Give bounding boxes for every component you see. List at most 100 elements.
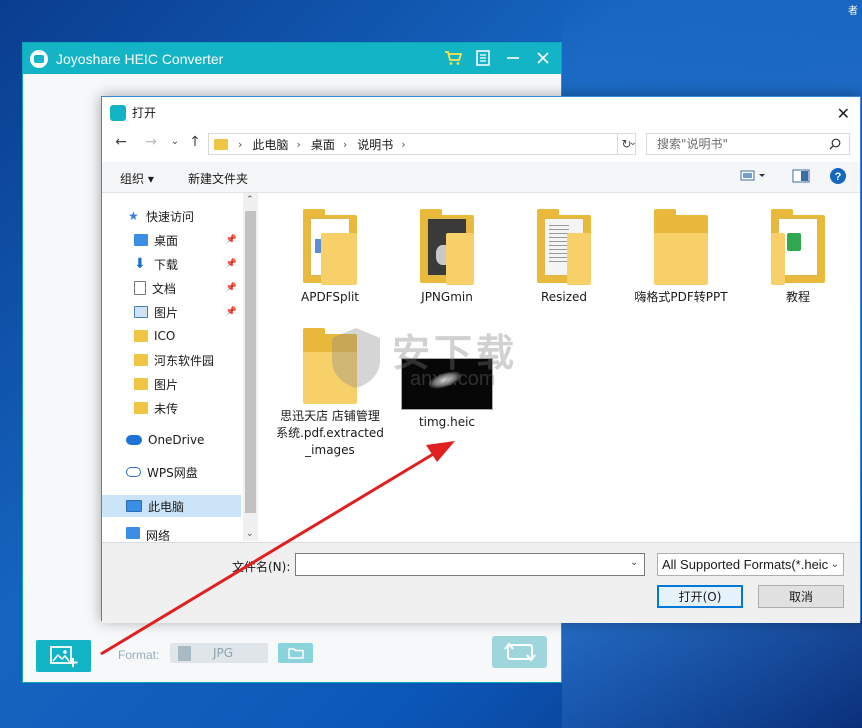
nav-quick-access[interactable]: ★ 快速访问 <box>102 205 241 227</box>
address-bar[interactable]: › 此电脑 › 桌面 › 说明书 › ⌄ <box>208 133 637 155</box>
filename-input[interactable] <box>295 553 645 576</box>
dialog-close-icon[interactable]: ✕ <box>837 104 850 123</box>
format-selector[interactable]: JPG <box>170 643 268 663</box>
pin-icon: 📌 <box>225 235 237 245</box>
shield-icon <box>332 328 380 388</box>
file-item[interactable]: Resized <box>509 209 619 306</box>
file-format-icon <box>178 645 191 661</box>
back-arrow-icon[interactable]: ← <box>112 133 130 151</box>
address-folder-icon <box>214 138 228 150</box>
nav-downloads[interactable]: ⬇ 下载 📌 <box>102 253 241 275</box>
star-icon: ★ <box>128 209 139 223</box>
filename-label: 文件名(N): <box>232 560 291 574</box>
nav-wps-drive[interactable]: WPS网盘 <box>102 461 241 483</box>
nav-folder-ico[interactable]: ICO <box>102 325 241 347</box>
folder-icon <box>134 402 148 414</box>
scroll-down-icon[interactable]: ⌄ <box>246 529 254 539</box>
computer-icon <box>126 500 142 512</box>
app-title: Joyoshare HEIC Converter <box>56 50 224 67</box>
folder-icon <box>654 209 708 285</box>
nav-scroll-thumb[interactable] <box>245 211 256 513</box>
download-icon: ⬇ <box>134 256 146 272</box>
organize-label: 组织 <box>120 172 145 186</box>
nav-folder-weichuan[interactable]: 未传 <box>102 397 241 419</box>
watermark-subtext: anxz.com <box>410 368 496 390</box>
nav-network[interactable]: 网络 <box>102 527 241 541</box>
dialog-title: 打开 <box>132 106 157 120</box>
desktop-icon <box>134 234 148 246</box>
nav-onedrive[interactable]: OneDrive <box>102 429 241 451</box>
app-logo-icon <box>30 49 48 68</box>
search-icon <box>829 138 841 150</box>
nav-this-pc[interactable]: 此电脑 <box>102 495 241 517</box>
scroll-up-icon[interactable]: ⌃ <box>246 195 254 205</box>
desktop-corner-text: 者 <box>848 6 858 17</box>
folder-icon <box>134 354 148 366</box>
cancel-button[interactable]: 取消 <box>758 585 844 608</box>
search-box[interactable] <box>646 133 850 155</box>
filetype-select[interactable]: All Supported Formats(*.heic ⌄ <box>657 553 844 576</box>
add-image-icon <box>49 646 77 667</box>
file-item[interactable]: 教程 <box>743 209 853 306</box>
file-item[interactable]: APDFSplit <box>275 209 385 306</box>
open-button[interactable]: 打开(O) <box>657 585 743 608</box>
preview-pane-icon[interactable] <box>792 168 810 187</box>
cart-icon[interactable] <box>443 48 463 68</box>
dialog-toolbar: 组织 ▾ 新建文件夹 ? <box>102 162 860 193</box>
app-titlebar[interactable]: Joyoshare HEIC Converter <box>23 43 561 74</box>
folder-icon <box>287 648 304 659</box>
address-row: ← → ⌄ ↑ › 此电脑 › 桌面 › 说明书 › ⌄ ↻ <box>102 128 860 158</box>
pin-icon: 📌 <box>225 283 237 293</box>
dialog-titlebar[interactable]: 打开 ✕ <box>102 97 860 128</box>
breadcrumb-desktop[interactable]: 桌面 <box>311 136 335 153</box>
folder-icon <box>537 209 591 285</box>
view-options-icon[interactable] <box>740 168 770 187</box>
filetype-dropdown-icon: ⌄ <box>830 559 839 570</box>
pin-icon: 📌 <box>225 259 237 269</box>
svg-text:?: ? <box>835 171 842 183</box>
network-icon <box>126 527 140 539</box>
new-folder-button[interactable]: 新建文件夹 <box>188 170 248 187</box>
minimize-icon[interactable] <box>503 48 523 68</box>
nav-folder-pictures[interactable]: 图片 <box>102 373 241 395</box>
nav-folder-hedong[interactable]: 河东软件园 <box>102 349 241 371</box>
picture-icon <box>134 306 148 318</box>
cloud-icon <box>126 435 142 445</box>
document-icon <box>134 281 146 295</box>
nav-desktop[interactable]: 桌面 📌 <box>102 229 241 251</box>
output-folder-button[interactable] <box>278 643 313 663</box>
app-bottom-bar: Format: JPG <box>23 630 561 682</box>
close-icon[interactable] <box>533 48 553 68</box>
folder-icon <box>771 209 825 285</box>
watermark: 安下载 anxz.com <box>328 318 540 402</box>
nav-documents[interactable]: 文档 📌 <box>102 277 241 299</box>
navigation-pane: ★ 快速访问 桌面 📌 ⬇ 下载 📌 文档 📌 图片 📌 ICO 河东软件园 图… <box>102 193 259 541</box>
nav-scrollbar[interactable]: ⌃ ⌄ <box>243 193 258 541</box>
help-icon[interactable]: ? <box>829 167 847 188</box>
filename-dropdown-icon[interactable]: ⌄ <box>630 557 638 568</box>
add-image-button[interactable] <box>36 640 91 672</box>
file-item[interactable]: 嗨格式PDF转PPT <box>626 209 736 306</box>
format-value: JPG <box>213 646 234 660</box>
search-input[interactable] <box>655 136 829 152</box>
recent-locations-chevron-icon[interactable]: ⌄ <box>166 133 184 151</box>
organize-menu[interactable]: 组织 ▾ <box>120 170 154 187</box>
nav-pictures[interactable]: 图片 📌 <box>102 301 241 323</box>
up-arrow-icon[interactable]: ↑ <box>186 133 204 151</box>
breadcrumb-this-pc[interactable]: 此电脑 <box>252 136 288 153</box>
format-label: Format: <box>118 648 160 662</box>
file-item[interactable]: JPNGmin <box>392 209 502 306</box>
refresh-icon[interactable]: ↻ <box>617 133 636 155</box>
folder-icon <box>420 209 474 285</box>
breadcrumb-manual[interactable]: 说明书 <box>357 136 393 153</box>
menu-icon[interactable] <box>473 48 493 68</box>
dialog-app-icon <box>110 104 126 121</box>
forward-arrow-icon[interactable]: → <box>142 133 160 151</box>
pin-icon: 📌 <box>225 307 237 317</box>
folder-icon <box>134 330 148 342</box>
convert-button[interactable] <box>492 636 547 668</box>
dialog-bottom-bar: 文件名(N): ⌄ All Supported Formats(*.heic ⌄… <box>102 542 860 623</box>
folder-icon <box>303 209 357 285</box>
cloud-icon <box>126 467 141 477</box>
convert-icon <box>503 642 536 662</box>
